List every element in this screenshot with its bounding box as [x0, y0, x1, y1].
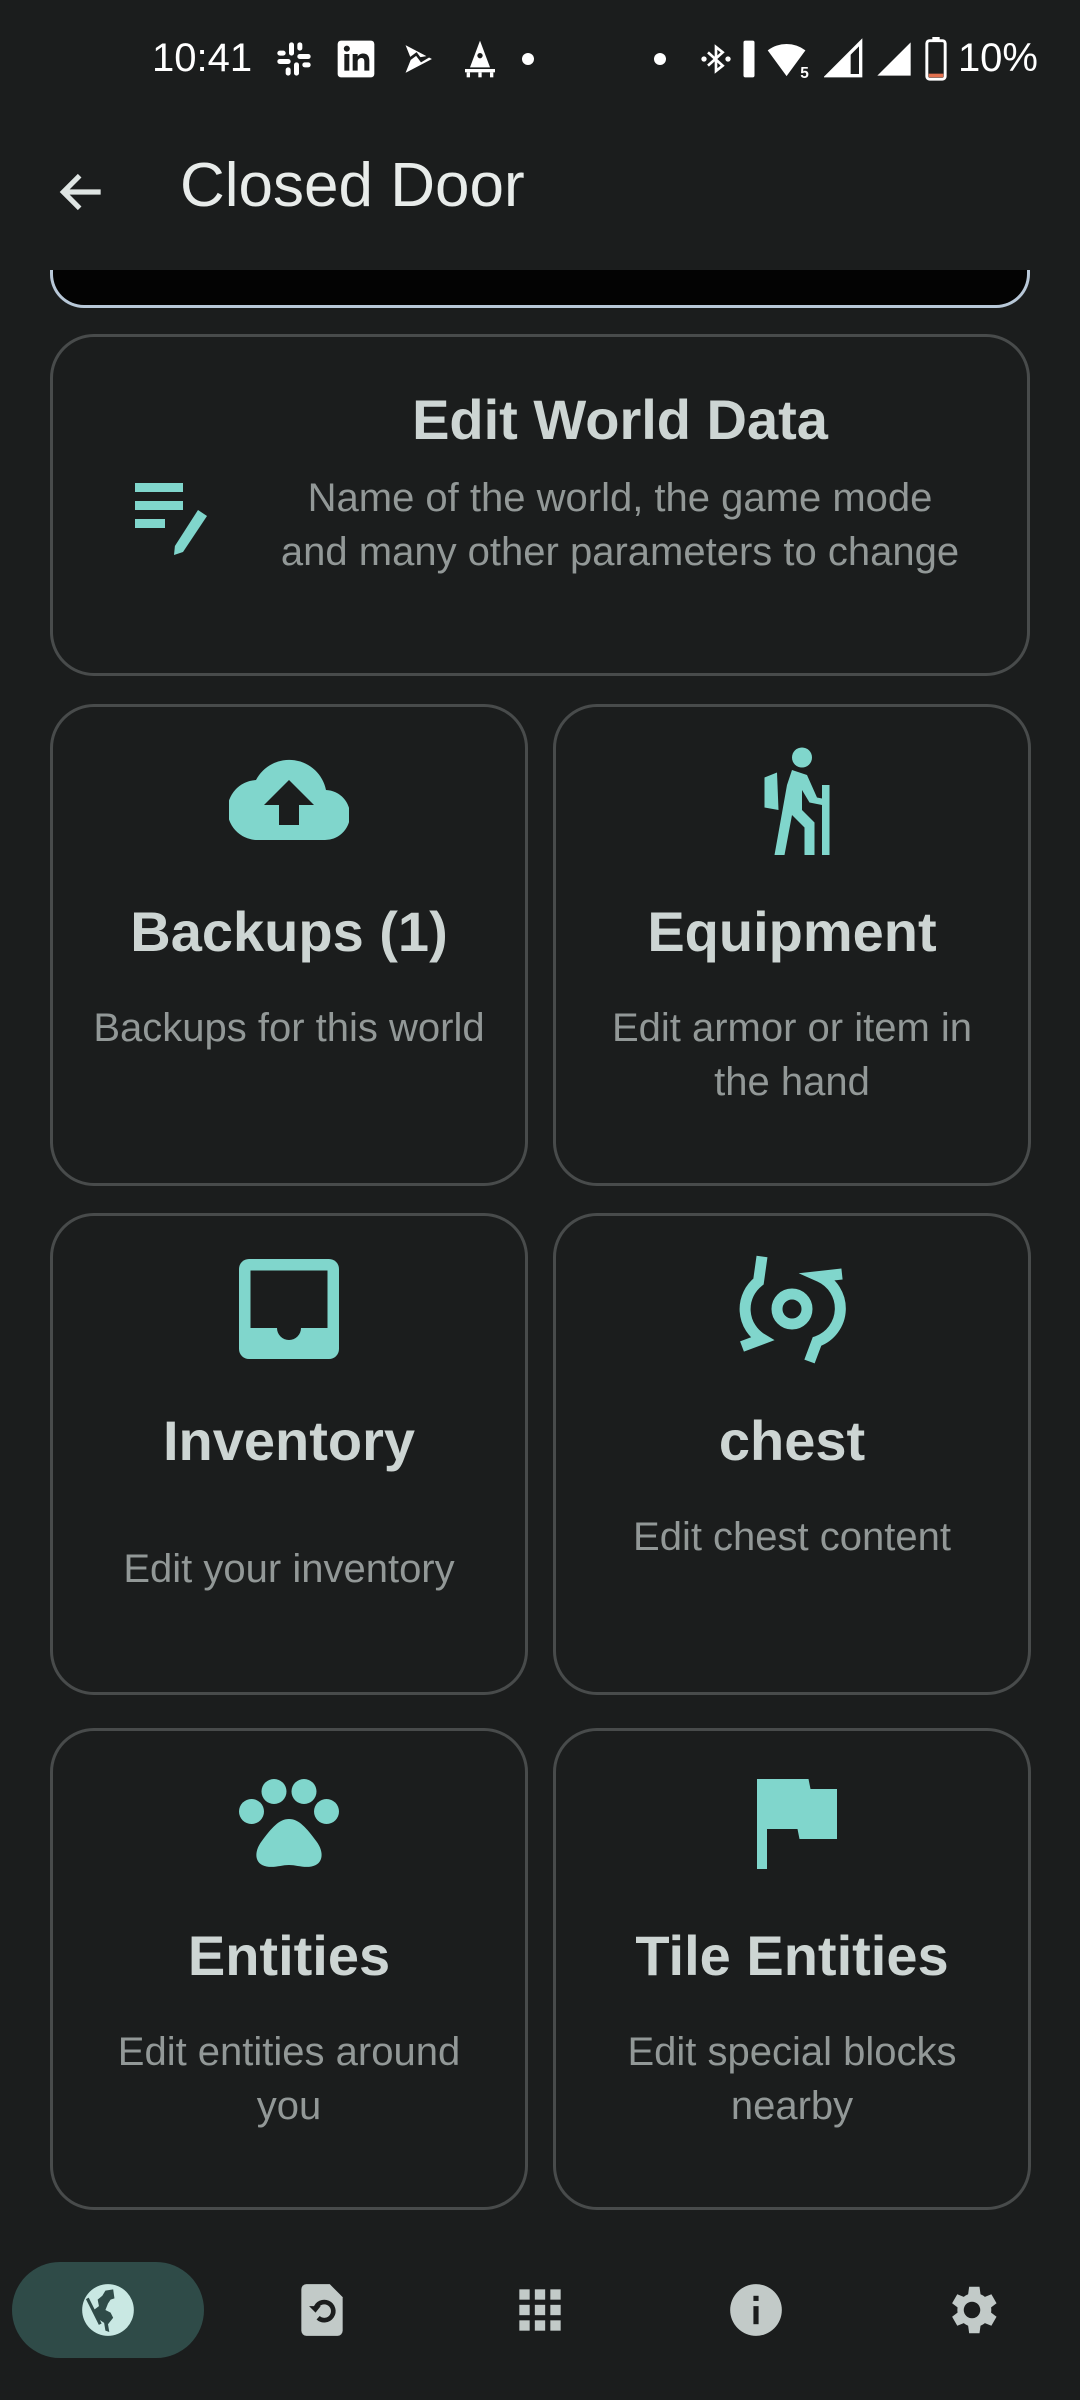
backups-card[interactable]: Backups (1) Backups for this world — [50, 704, 528, 1186]
card-title: Backups (1) — [130, 900, 448, 963]
settings-gear-icon — [952, 2286, 997, 2334]
paw-icon — [224, 1759, 354, 1889]
card-description: Name of the world, the game mode and man… — [280, 475, 960, 574]
vibrate-icon — [742, 37, 756, 81]
nav-restore[interactable] — [262, 2262, 382, 2358]
world-preview-card[interactable] — [50, 270, 1030, 308]
card-description: Edit special blocks nearby — [627, 2029, 957, 2128]
apps-grid-icon — [519, 2289, 561, 2331]
nav-apps[interactable] — [480, 2262, 600, 2358]
status-bar: 10:41 5 10% — [0, 0, 1080, 120]
chest-card[interactable]: chest Edit chest content — [553, 1213, 1031, 1695]
signal-icon — [823, 37, 864, 81]
edit-note-icon — [129, 471, 219, 561]
arrow-back-icon — [59, 173, 101, 211]
card-description: Backups for this world — [93, 1005, 485, 1050]
restore-file-icon — [301, 2284, 343, 2336]
rocket-icon — [460, 37, 500, 81]
card-title: Tile Entities — [635, 1924, 949, 1987]
card-title: Edit World Data — [412, 388, 828, 451]
edit-world-data-card[interactable]: Edit World Data Name of the world, the g… — [50, 334, 1030, 676]
card-title: chest — [718, 1409, 866, 1472]
card-description: Edit your inventory — [123, 1546, 455, 1591]
card-title: Inventory — [162, 1409, 416, 1472]
inventory-card[interactable]: Inventory Edit your inventory — [50, 1213, 528, 1695]
card-title: Equipment — [647, 900, 937, 963]
notification-dot — [653, 52, 666, 65]
app-icon — [398, 37, 438, 81]
battery-percent: 10% — [957, 36, 1038, 80]
tile-entities-card[interactable]: Tile Entities Edit special blocks nearby — [553, 1728, 1031, 2210]
wifi-icon: 5 — [766, 37, 814, 81]
card-title: Entities — [187, 1924, 391, 1987]
linkedin-icon — [336, 37, 376, 81]
cyclone-icon — [727, 1244, 857, 1374]
notification-dot — [522, 52, 535, 65]
cloud-upload-icon — [224, 735, 354, 865]
hiker-icon — [727, 735, 857, 865]
back-button[interactable] — [50, 160, 114, 224]
bluetooth-icon — [700, 37, 732, 81]
slack-icon — [274, 37, 314, 81]
battery-icon — [924, 36, 948, 81]
card-description: Edit entities around you — [117, 2029, 461, 2128]
signal-icon — [874, 37, 914, 81]
info-icon — [730, 2284, 782, 2336]
globe-icon — [82, 2284, 134, 2336]
bottom-navigation — [0, 2250, 1080, 2400]
card-description: Edit chest content — [633, 1514, 951, 1559]
equipment-card[interactable]: Equipment Edit armor or item in the hand — [553, 704, 1031, 1186]
entities-card[interactable]: Entities Edit entities around you — [50, 1728, 528, 2210]
nav-world[interactable] — [12, 2262, 204, 2358]
page-title: Closed Door — [180, 151, 525, 220]
card-description: Edit armor or item in the hand — [611, 1005, 973, 1104]
status-time: 10:41 — [152, 36, 253, 80]
nav-settings[interactable] — [912, 2262, 1032, 2358]
inbox-icon — [224, 1244, 354, 1374]
app-bar: Closed Door — [0, 130, 1080, 250]
wifi-badge: 5 — [800, 64, 809, 80]
flag-icon — [727, 1759, 857, 1889]
nav-info[interactable] — [696, 2262, 816, 2358]
